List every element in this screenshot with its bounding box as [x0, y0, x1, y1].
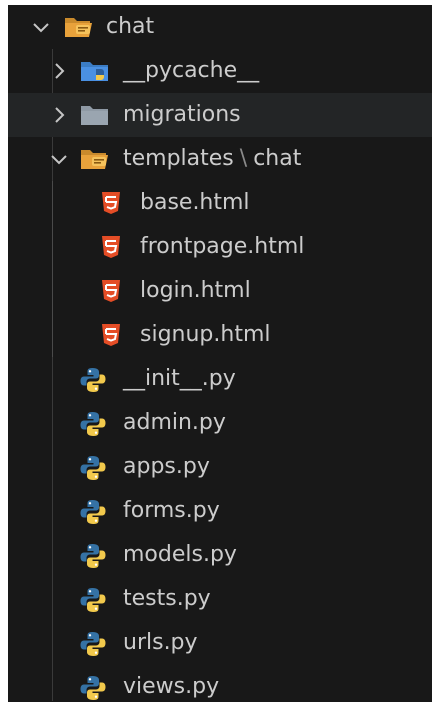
tree-item-file[interactable]: base.html [8, 181, 432, 225]
chevron-down-icon[interactable] [30, 16, 52, 38]
tree-item-file[interactable]: tests.py [8, 577, 432, 621]
chat-folder-open-icon [81, 150, 108, 169]
chevron-down-icon[interactable] [48, 148, 70, 170]
tree-item-file[interactable]: admin.py [8, 401, 432, 445]
tree-item-pycache-folder[interactable]: __pycache__ [8, 49, 432, 93]
tree-item-migrations-folder[interactable]: migrations [8, 93, 432, 137]
python-icon [80, 544, 106, 568]
tree-item-label: migrations [123, 102, 241, 127]
tree-item-file[interactable]: signup.html [8, 313, 432, 357]
tree-item-chat-folder[interactable]: chat [8, 5, 432, 49]
tree-item-label: chat [106, 14, 155, 39]
tree-item-file[interactable]: frontpage.html [8, 225, 432, 269]
python-icon [80, 456, 106, 480]
tree-item-file[interactable]: __init__.py [8, 357, 432, 401]
folder-icon [81, 106, 108, 125]
tree-item-label: admin.py [123, 410, 226, 435]
html5-icon [102, 324, 120, 346]
tree-item-label: apps.py [123, 454, 210, 479]
python-icon [80, 412, 106, 436]
python-icon [80, 368, 106, 392]
python-icon [80, 500, 106, 524]
tree-item-label: templates \ chat [123, 137, 301, 181]
python-icon [80, 676, 106, 700]
chevron-right-icon[interactable] [48, 104, 70, 126]
tree-item-label: __init__.py [123, 366, 236, 391]
chat-folder-open-icon [65, 18, 92, 37]
tree-item-label: urls.py [123, 630, 198, 655]
path-segment: chat [253, 146, 302, 171]
python-icon [80, 632, 106, 656]
tree-item-file[interactable]: urls.py [8, 621, 432, 665]
tree-item-label: tests.py [123, 586, 211, 611]
tree-item-label: frontpage.html [140, 234, 305, 259]
python-folder-icon [81, 62, 108, 81]
path-separator: \ [239, 146, 248, 171]
file-explorer-tree: chat __pycache__ migrations templates \ … [8, 5, 432, 702]
tree-item-templates-chat-folder[interactable]: templates \ chat [8, 137, 432, 181]
tree-item-file[interactable]: apps.py [8, 445, 432, 489]
python-icon [80, 588, 106, 612]
tree-item-label: signup.html [140, 322, 271, 347]
tree-item-label: login.html [140, 278, 251, 303]
tree-item-label: views.py [123, 674, 220, 699]
chevron-right-icon[interactable] [48, 60, 70, 82]
tree-item-label: base.html [140, 190, 250, 215]
tree-item-file[interactable]: models.py [8, 533, 432, 577]
html5-icon [102, 280, 120, 302]
html5-icon [102, 192, 120, 214]
tree-item-file[interactable]: login.html [8, 269, 432, 313]
tree-item-label: forms.py [123, 498, 220, 523]
tree-item-file[interactable]: forms.py [8, 489, 432, 533]
tree-item-label: models.py [123, 542, 237, 567]
tree-item-label: __pycache__ [123, 58, 260, 83]
path-segment: templates [123, 146, 234, 171]
html5-icon [102, 236, 120, 258]
tree-item-file[interactable]: views.py [8, 665, 432, 702]
